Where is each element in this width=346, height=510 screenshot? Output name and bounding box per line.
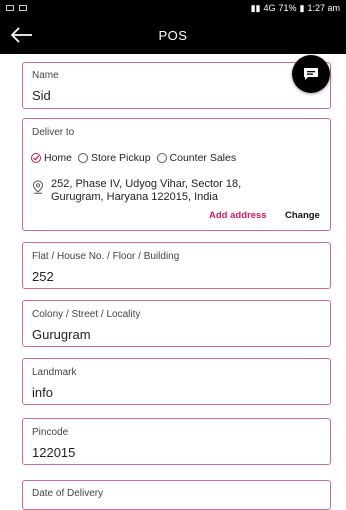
- app-bar: POS: [0, 16, 346, 54]
- flat-label: Flat / House No. / Floor / Building: [32, 251, 180, 262]
- pincode-field[interactable]: Pincode 122015: [22, 418, 331, 465]
- radio-unchecked-icon: [78, 153, 89, 163]
- deliver-to-card: Deliver to Home Store Pickup Counter Sal…: [22, 118, 331, 231]
- battery-text: 71%: [278, 3, 297, 13]
- name-value: Sid: [32, 88, 51, 103]
- chat-icon: [304, 68, 318, 80]
- name-field[interactable]: Name Sid: [22, 62, 331, 109]
- time-text: 1:27 am: [307, 3, 340, 13]
- signal-icon: ▮▮: [250, 2, 261, 13]
- colony-value: Gurugram: [32, 327, 91, 342]
- radio-counter-sales-label: Counter Sales: [169, 152, 237, 164]
- landmark-label: Landmark: [32, 367, 77, 378]
- deliver-to-label: Deliver to: [32, 127, 75, 138]
- page-title: POS: [158, 27, 188, 43]
- radio-store-pickup[interactable]: Store Pickup: [78, 152, 151, 164]
- delivery-options: Home Store Pickup Counter Sales: [31, 152, 242, 164]
- back-button[interactable]: [0, 16, 44, 54]
- address-text: 252, Phase IV, Udyog Vihar, Sector 18, G…: [51, 178, 321, 204]
- change-address-link[interactable]: Change: [285, 210, 320, 221]
- name-label: Name: [32, 70, 59, 81]
- status-right: ▮▮ 4G 71% ▮ 1:27 am: [251, 3, 340, 14]
- flat-value: 252: [32, 269, 54, 284]
- status-bar: ▮▮ 4G 71% ▮ 1:27 am: [0, 0, 346, 16]
- colony-label: Colony / Street / Locality: [32, 309, 141, 320]
- delivery-date-field[interactable]: Date of Delivery: [22, 480, 331, 510]
- landmark-field[interactable]: Landmark info: [22, 358, 331, 405]
- notification-icons: [6, 5, 27, 11]
- radio-home[interactable]: Home: [31, 152, 72, 164]
- message-icon: [19, 5, 27, 11]
- network-text: 4G: [263, 3, 276, 13]
- radio-counter-sales[interactable]: Counter Sales: [156, 152, 237, 164]
- gallery-icon: [6, 5, 14, 11]
- address-line-2: Gurugram, Haryana 122015, India: [51, 191, 218, 203]
- chat-button[interactable]: [292, 55, 330, 93]
- landmark-value: info: [32, 385, 53, 400]
- delivery-date-label: Date of Delivery: [32, 488, 104, 499]
- address-row: 252, Phase IV, Udyog Vihar, Sector 18, G…: [31, 178, 321, 204]
- radio-store-pickup-label: Store Pickup: [91, 152, 151, 164]
- radio-unchecked-icon: [156, 153, 167, 163]
- pincode-value: 122015: [32, 445, 76, 460]
- location-pin-icon: [32, 180, 44, 194]
- address-line-1: 252, Phase IV, Udyog Vihar, Sector 18,: [51, 178, 242, 190]
- radio-checked-icon: [31, 153, 41, 163]
- add-address-link[interactable]: Add address: [209, 210, 267, 221]
- arrow-left-icon: [11, 27, 32, 43]
- pincode-label: Pincode: [32, 427, 69, 438]
- flat-field[interactable]: Flat / House No. / Floor / Building 252: [22, 242, 331, 289]
- colony-field[interactable]: Colony / Street / Locality Gurugram: [22, 300, 331, 347]
- radio-home-label: Home: [44, 152, 73, 164]
- battery-icon: ▮: [299, 2, 305, 13]
